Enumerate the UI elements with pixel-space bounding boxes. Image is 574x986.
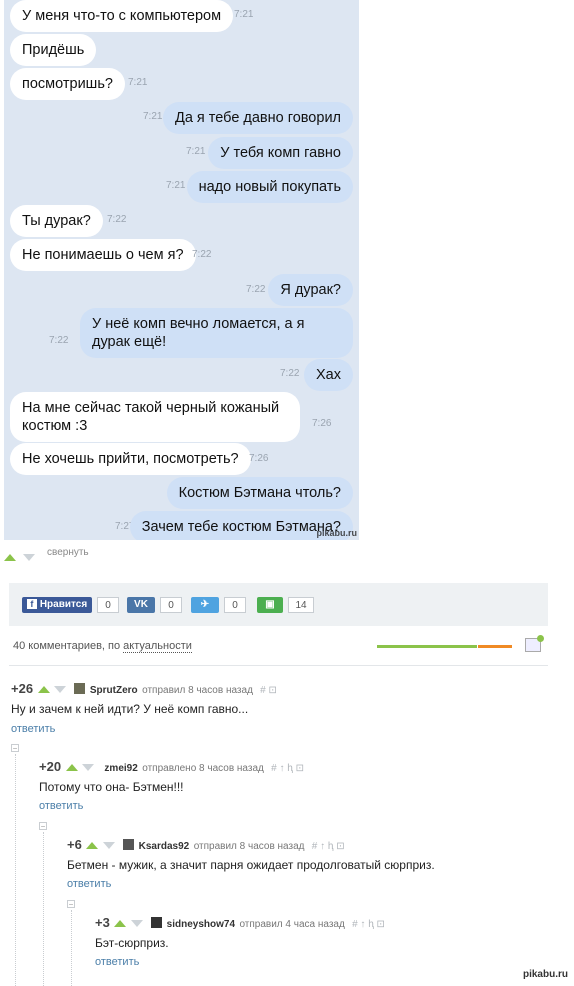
facebook-like-button[interactable]: f Нравится — [22, 597, 92, 613]
message-time: 7:26 — [312, 418, 332, 429]
comment-header: +6 Ksardas92 отправил 8 часов назад # ↑ … — [67, 836, 345, 854]
comment-meta: отправил 8 часов назад — [142, 685, 253, 696]
vk-icon: VK — [134, 599, 148, 610]
vote-up-icon[interactable] — [114, 920, 127, 927]
post-vote-controls — [4, 548, 36, 566]
rating-bar-negative — [478, 645, 512, 648]
chat-message: На мне сейчас такой черный кожаный костю… — [10, 392, 300, 442]
comment-text: Бэт-сюрприз. — [95, 936, 169, 950]
vote-down-icon[interactable] — [102, 842, 115, 849]
comment-username[interactable]: SprutZero — [90, 685, 138, 696]
message-time: 7:22 — [246, 284, 266, 295]
vote-down-icon[interactable] — [81, 764, 94, 771]
message-time: 7:22 — [107, 214, 127, 225]
comment-text: Ну и зачем к ней идти? У неё комп гавно.… — [11, 702, 249, 716]
save-count: 14 — [288, 597, 314, 613]
chat-message: У тебя комп гавно — [208, 137, 353, 169]
avatar[interactable] — [74, 683, 86, 695]
twitter-count: 0 — [224, 597, 246, 613]
vk-count: 0 — [160, 597, 182, 613]
collapse-thread-icon[interactable]: − — [39, 822, 47, 831]
chat-message: надо новый покупать — [186, 171, 353, 203]
sort-link[interactable]: актуальности — [123, 640, 192, 653]
thread-line — [15, 754, 16, 986]
collapse-thread-icon[interactable]: − — [11, 744, 19, 753]
comments-count: 40 комментариев, по — [13, 640, 121, 652]
comment-score: +26 — [11, 681, 34, 696]
comment-action-icons[interactable]: # ↑ ⱨ ⊡ — [309, 841, 345, 852]
reply-link[interactable]: ответить — [11, 723, 55, 735]
avatar[interactable] — [123, 839, 135, 851]
message-time: 7:21 — [143, 111, 163, 122]
comment-header: +3 sidneyshow74 отправил 4 часа назад # … — [95, 914, 385, 932]
chat-message: Не понимаешь о чем я? — [10, 239, 196, 271]
comment-text: Потому что она- Бэтмен!!! — [39, 780, 184, 794]
watermark: pikabu.ru — [316, 528, 357, 538]
status-dot — [537, 635, 544, 642]
comment-action-icons[interactable]: # ⊡ — [257, 685, 277, 696]
comment-meta: отправил 4 часа назад — [239, 919, 345, 930]
comment-action-icons[interactable]: # ↑ ⱨ ⊡ — [268, 763, 304, 774]
vk-share-button[interactable]: VK — [127, 597, 155, 613]
comment-score: +6 — [67, 837, 82, 852]
comment-username[interactable]: sidneyshow74 — [167, 919, 235, 930]
facebook-icon: f — [26, 599, 37, 609]
vote-up-icon[interactable] — [86, 842, 99, 849]
chat-message: У меня что-то с компьютером — [10, 0, 234, 32]
comment-header: +20 zmei92 отправлено 8 часов назад # ↑ … — [39, 758, 304, 776]
save-button[interactable]: ▣ — [257, 597, 283, 613]
comment-action-icons[interactable]: # ↑ ⱨ ⊡ — [349, 919, 385, 930]
vote-down-icon[interactable] — [130, 920, 143, 927]
message-time: 7:22 — [49, 335, 69, 346]
vote-up-icon[interactable] — [65, 764, 78, 771]
chat-message: посмотришь? — [10, 68, 125, 100]
comment-username[interactable]: zmei92 — [104, 763, 137, 774]
comment-username[interactable]: Ksardas92 — [139, 841, 190, 852]
chat-message: Ты дурак? — [10, 205, 103, 237]
comment-meta: отправил 8 часов назад — [193, 841, 305, 852]
share-bar: f Нравится 0 VK 0 ✈ 0 ▣ 14 — [9, 583, 548, 626]
avatar[interactable] — [151, 917, 163, 929]
reply-link[interactable]: ответить — [67, 878, 111, 890]
message-time: 7:21 — [128, 77, 148, 88]
message-time: 7:22 — [192, 249, 212, 260]
rating-bar-positive — [377, 645, 477, 648]
comment-text: Бетмен - мужик, а значит парня ожидает п… — [67, 858, 435, 872]
message-time: 7:21 — [166, 180, 186, 191]
vote-up-icon[interactable] — [37, 686, 50, 693]
divider — [9, 665, 548, 666]
chat-message: У неё комп вечно ломается, а я дурак ещё… — [80, 308, 353, 358]
watermark: pikabu.ru — [522, 969, 568, 980]
collapse-link[interactable]: свернуть — [47, 547, 89, 558]
chat-message: Я дурак? — [268, 274, 353, 306]
chat-screenshot: У меня что-то с компьютером 7:21 Придёшь… — [4, 0, 359, 540]
comment-score: +3 — [95, 915, 110, 930]
save-icon: ▣ — [265, 599, 275, 610]
vote-down-icon[interactable] — [53, 686, 66, 693]
twitter-icon: ✈ — [200, 599, 210, 610]
facebook-like-label: Нравится — [39, 599, 88, 610]
chat-message: Не хочешь прийти, посмотреть? — [10, 443, 251, 475]
chat-message: Придёшь — [10, 34, 97, 66]
vote-down-icon[interactable] — [23, 554, 36, 561]
comment-header: +26 SprutZero отправил 8 часов назад # ⊡ — [11, 680, 277, 698]
twitter-share-button[interactable]: ✈ — [191, 597, 219, 613]
vote-up-icon[interactable] — [4, 554, 16, 561]
comment-score: +20 — [39, 759, 62, 774]
message-time: 7:21 — [186, 146, 206, 157]
reply-link[interactable]: ответить — [39, 800, 83, 812]
message-time: 7:26 — [249, 453, 269, 464]
message-time: 7:21 — [234, 9, 254, 20]
facebook-count: 0 — [97, 597, 119, 613]
comments-header: 40 комментариев, по актуальности — [13, 640, 192, 653]
thread-line — [43, 832, 44, 986]
collapse-thread-icon[interactable]: − — [67, 900, 75, 909]
comment-meta: отправлено 8 часов назад — [142, 763, 264, 774]
reply-link[interactable]: ответить — [95, 956, 139, 968]
message-time: 7:22 — [280, 368, 300, 379]
chat-message: Да я тебе давно говорил — [163, 102, 353, 134]
chat-message: Хах — [304, 359, 353, 391]
chat-message: Костюм Бэтмана чтоль? — [166, 477, 353, 509]
thread-line — [71, 910, 72, 986]
